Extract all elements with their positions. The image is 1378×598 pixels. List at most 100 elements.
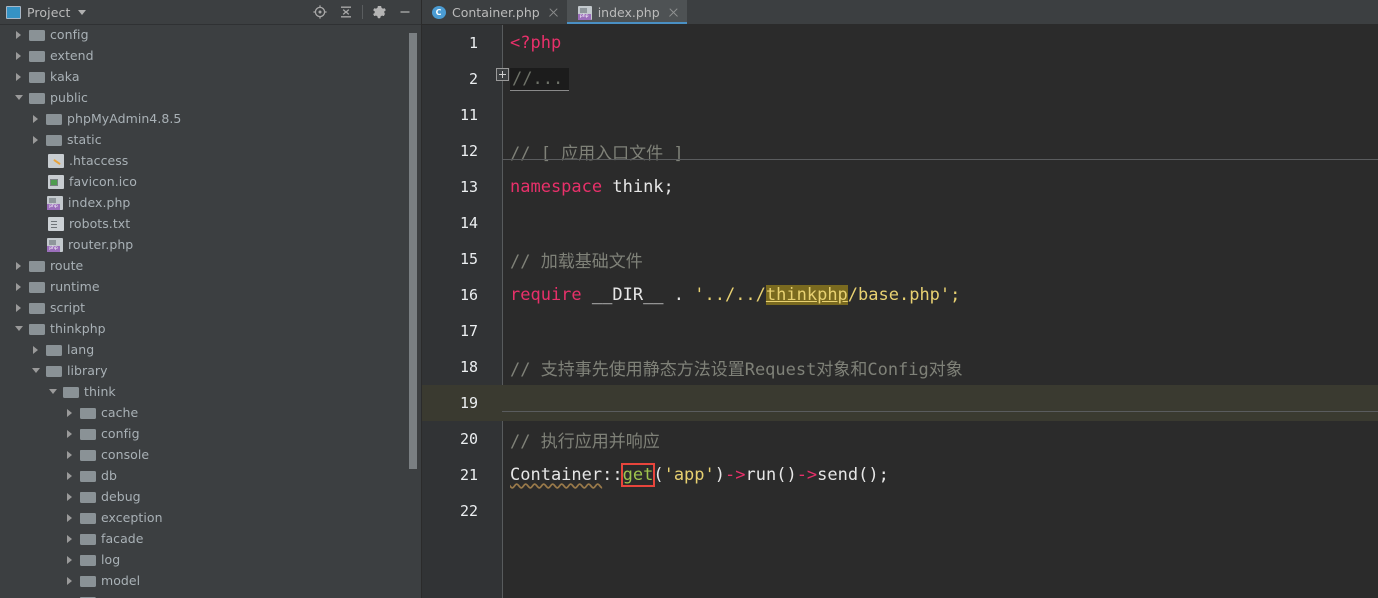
chevron-down-icon[interactable] (48, 386, 59, 397)
chevron-right-icon[interactable] (65, 575, 76, 586)
chevron-down-icon[interactable] (78, 9, 87, 15)
tree-item-label: static (67, 132, 102, 147)
chevron-right-icon[interactable] (65, 554, 76, 565)
code-token: Container (510, 465, 603, 485)
search-match-highlight[interactable]: get (620, 463, 656, 487)
code-line[interactable]: 16 require __DIR__ . '../../thinkphp/base… (422, 277, 1378, 313)
code-line[interactable]: 20 // 执行应用并响应 (422, 421, 1378, 457)
code-token: __DIR__ . (581, 285, 695, 305)
code-line[interactable]: 1 <?php (422, 25, 1378, 61)
code-editor[interactable]: 1 <?php 2 //... 11 12 // [ 应用入口文件 ] 13 namespace… (422, 25, 1378, 598)
folder-icon (29, 303, 45, 314)
chevron-right-icon[interactable] (65, 470, 76, 481)
tree-item[interactable]: static (0, 129, 422, 150)
code-line[interactable]: 14 (422, 205, 1378, 241)
minimize-icon[interactable] (392, 1, 418, 23)
tree-item[interactable]: phpMyAdmin4.8.5 (0, 108, 422, 129)
tree-item[interactable]: runtime (0, 276, 422, 297)
code-line[interactable]: 12 // [ 应用入口文件 ] (422, 133, 1378, 169)
locate-icon[interactable] (307, 1, 333, 23)
project-panel-header: Project (0, 0, 422, 25)
close-icon[interactable] (668, 7, 679, 18)
chevron-right-icon[interactable] (14, 29, 25, 40)
chevron-right-icon[interactable] (65, 407, 76, 418)
editor-tab[interactable]: Container.php (422, 0, 567, 24)
folded-code-placeholder[interactable]: //... (510, 67, 570, 91)
code-line[interactable]: 22 (422, 493, 1378, 529)
tree-item[interactable]: debug (0, 486, 422, 507)
tree-item[interactable]: router.php (0, 234, 422, 255)
chevron-right-icon[interactable] (65, 533, 76, 544)
line-number: 21 (459, 466, 478, 484)
tree-item[interactable]: index.php (0, 192, 422, 213)
code-line[interactable]: 21 Container:: get('app') -> run() -> send(); (422, 457, 1378, 493)
tree-item[interactable]: exception (0, 507, 422, 528)
code-line[interactable]: 2 //... (422, 61, 1378, 97)
chevron-right-icon[interactable] (31, 134, 42, 145)
tree-item[interactable]: script (0, 297, 422, 318)
tree-item[interactable]: think (0, 381, 422, 402)
tree-item[interactable]: thinkphp (0, 318, 422, 339)
sidebar-scrollbar-thumb[interactable] (409, 33, 417, 469)
chevron-right-icon[interactable] (14, 281, 25, 292)
code-line-content: // 执行应用并响应 (510, 421, 660, 457)
tree-item[interactable]: config (0, 423, 422, 444)
tree-item[interactable]: robots.txt (0, 213, 422, 234)
tree-item[interactable]: route (0, 255, 422, 276)
chevron-right-icon[interactable] (65, 449, 76, 460)
tree-item[interactable]: model (0, 570, 422, 591)
chevron-down-icon[interactable] (14, 92, 25, 103)
folder-icon (46, 135, 62, 146)
code-line-content: Container:: get('app') -> run() -> send(); (510, 457, 889, 493)
code-line[interactable]: 13 namespace think; (422, 169, 1378, 205)
chevron-right-icon[interactable] (31, 344, 42, 355)
chevron-right-icon[interactable] (65, 428, 76, 439)
chevron-right-icon[interactable] (14, 302, 25, 313)
code-line[interactable]: 15 // 加载基础文件 (422, 241, 1378, 277)
tree-item[interactable]: extend (0, 45, 422, 66)
tree-item[interactable]: favicon.ico (0, 171, 422, 192)
line-number: 13 (459, 178, 478, 196)
highlighted-path-token[interactable]: thinkphp (765, 285, 848, 305)
tree-item[interactable]: config (0, 24, 422, 45)
code-string: 'app' (663, 465, 715, 485)
code-line[interactable]: 19 (422, 385, 1378, 421)
line-number: 11 (459, 106, 478, 124)
fold-expand-icon[interactable] (496, 68, 509, 81)
chevron-right-icon[interactable] (31, 113, 42, 124)
code-token: think; (602, 177, 674, 197)
chevron-right-icon[interactable] (65, 491, 76, 502)
collapse-all-icon[interactable] (333, 1, 359, 23)
editor-tab[interactable]: index.php (566, 0, 687, 24)
tree-item-label: .htaccess (69, 153, 129, 168)
tree-twisty-none (31, 176, 42, 187)
tree-item[interactable]: lang (0, 339, 422, 360)
chevron-right-icon[interactable] (14, 260, 25, 271)
project-sidebar: Project config extend kaka public phpMyA… (0, 0, 422, 598)
chevron-down-icon[interactable] (31, 365, 42, 376)
code-line[interactable]: 11 (422, 97, 1378, 133)
project-file-tree[interactable]: config extend kaka public phpMyAdmin4.8.5 sta… (0, 24, 422, 598)
code-token: ( (653, 465, 664, 485)
code-line[interactable]: 18 // 支持事先使用静态方法设置Request对象和Config对象 (422, 349, 1378, 385)
tree-item[interactable]: library (0, 360, 422, 381)
tree-item[interactable]: .htaccess (0, 150, 422, 171)
gear-icon[interactable] (366, 1, 392, 23)
tree-item[interactable]: facade (0, 528, 422, 549)
close-icon[interactable] (548, 7, 559, 18)
tree-item[interactable] (0, 591, 422, 598)
tree-item-label: config (50, 27, 89, 42)
tree-item[interactable]: kaka (0, 66, 422, 87)
chevron-right-icon[interactable] (14, 50, 25, 61)
tree-item[interactable]: cache (0, 402, 422, 423)
chevron-down-icon[interactable] (14, 323, 25, 334)
line-number: 2 (468, 70, 478, 88)
tree-item[interactable]: db (0, 465, 422, 486)
chevron-right-icon[interactable] (65, 512, 76, 523)
tree-item[interactable]: log (0, 549, 422, 570)
code-line[interactable]: 17 (422, 313, 1378, 349)
tree-item[interactable]: public (0, 87, 422, 108)
tree-item[interactable]: console (0, 444, 422, 465)
chevron-right-icon[interactable] (14, 71, 25, 82)
code-token: -> (796, 465, 818, 485)
